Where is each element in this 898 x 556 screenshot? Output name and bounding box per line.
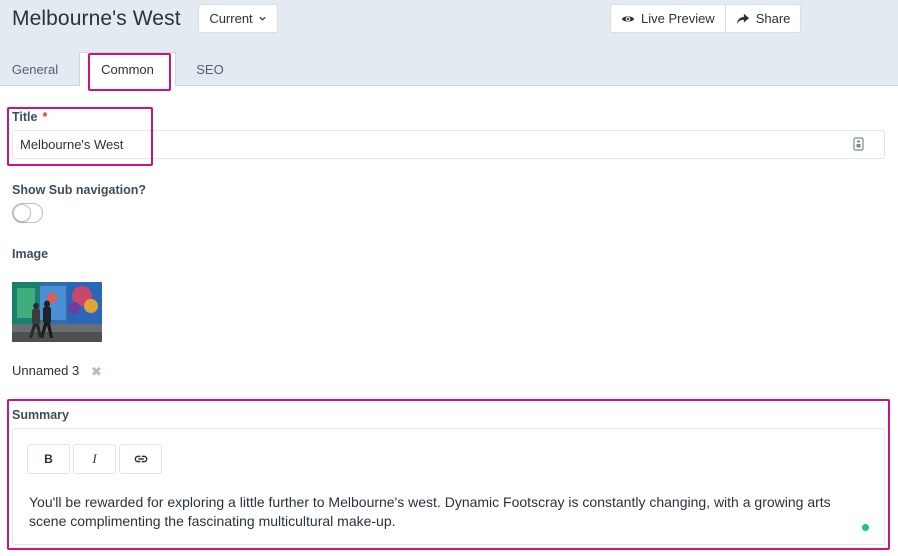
image-filename: Unnamed 3 (12, 363, 80, 378)
image-thumbnail[interactable] (12, 282, 102, 342)
eye-icon (621, 15, 635, 22)
link-icon (134, 455, 147, 463)
italic-button[interactable]: I (73, 444, 116, 474)
subnav-label: Show Sub navigation? (12, 183, 147, 197)
header-bar: Melbourne's West Current Live Preview Sh… (0, 0, 898, 52)
version-label: Current (209, 11, 253, 26)
tab-bar: General Common SEO (0, 52, 898, 87)
tab-general[interactable]: General (0, 52, 70, 86)
tab-common[interactable]: Common (79, 52, 176, 87)
summary-text[interactable]: You'll be rewarded for exploring a littl… (29, 493, 869, 531)
summary-editor[interactable]: B I You'll be rewarded for exploring a l… (12, 428, 885, 545)
title-field-label: Title * (12, 110, 47, 124)
page-title: Melbourne's West (12, 7, 181, 30)
tab-seo[interactable]: SEO (185, 52, 235, 86)
live-preview-label: Live Preview (641, 11, 715, 26)
toggle-knob (13, 204, 31, 222)
status-dot (862, 524, 869, 531)
summary-label: Summary (12, 408, 69, 422)
field-info-icon[interactable] (853, 137, 864, 151)
share-button[interactable]: Share (724, 5, 801, 32)
share-arrow-icon (736, 13, 749, 24)
share-label: Share (755, 11, 791, 26)
remove-icon[interactable]: ✖ (91, 364, 102, 380)
live-preview-button[interactable]: Live Preview (611, 5, 725, 32)
title-label-text: Title (12, 110, 38, 124)
image-label: Image (12, 247, 49, 261)
required-marker: * (42, 110, 48, 124)
link-button[interactable] (119, 444, 162, 474)
preview-share-group: Live Preview Share (610, 4, 802, 33)
version-select-button[interactable]: Current (198, 4, 278, 33)
chevron-down-icon (259, 16, 266, 21)
title-input[interactable]: Melbourne's West (12, 130, 885, 159)
editor-toolbar: B I (27, 444, 162, 474)
subnav-toggle[interactable] (12, 203, 43, 223)
bold-button[interactable]: B (27, 444, 70, 474)
